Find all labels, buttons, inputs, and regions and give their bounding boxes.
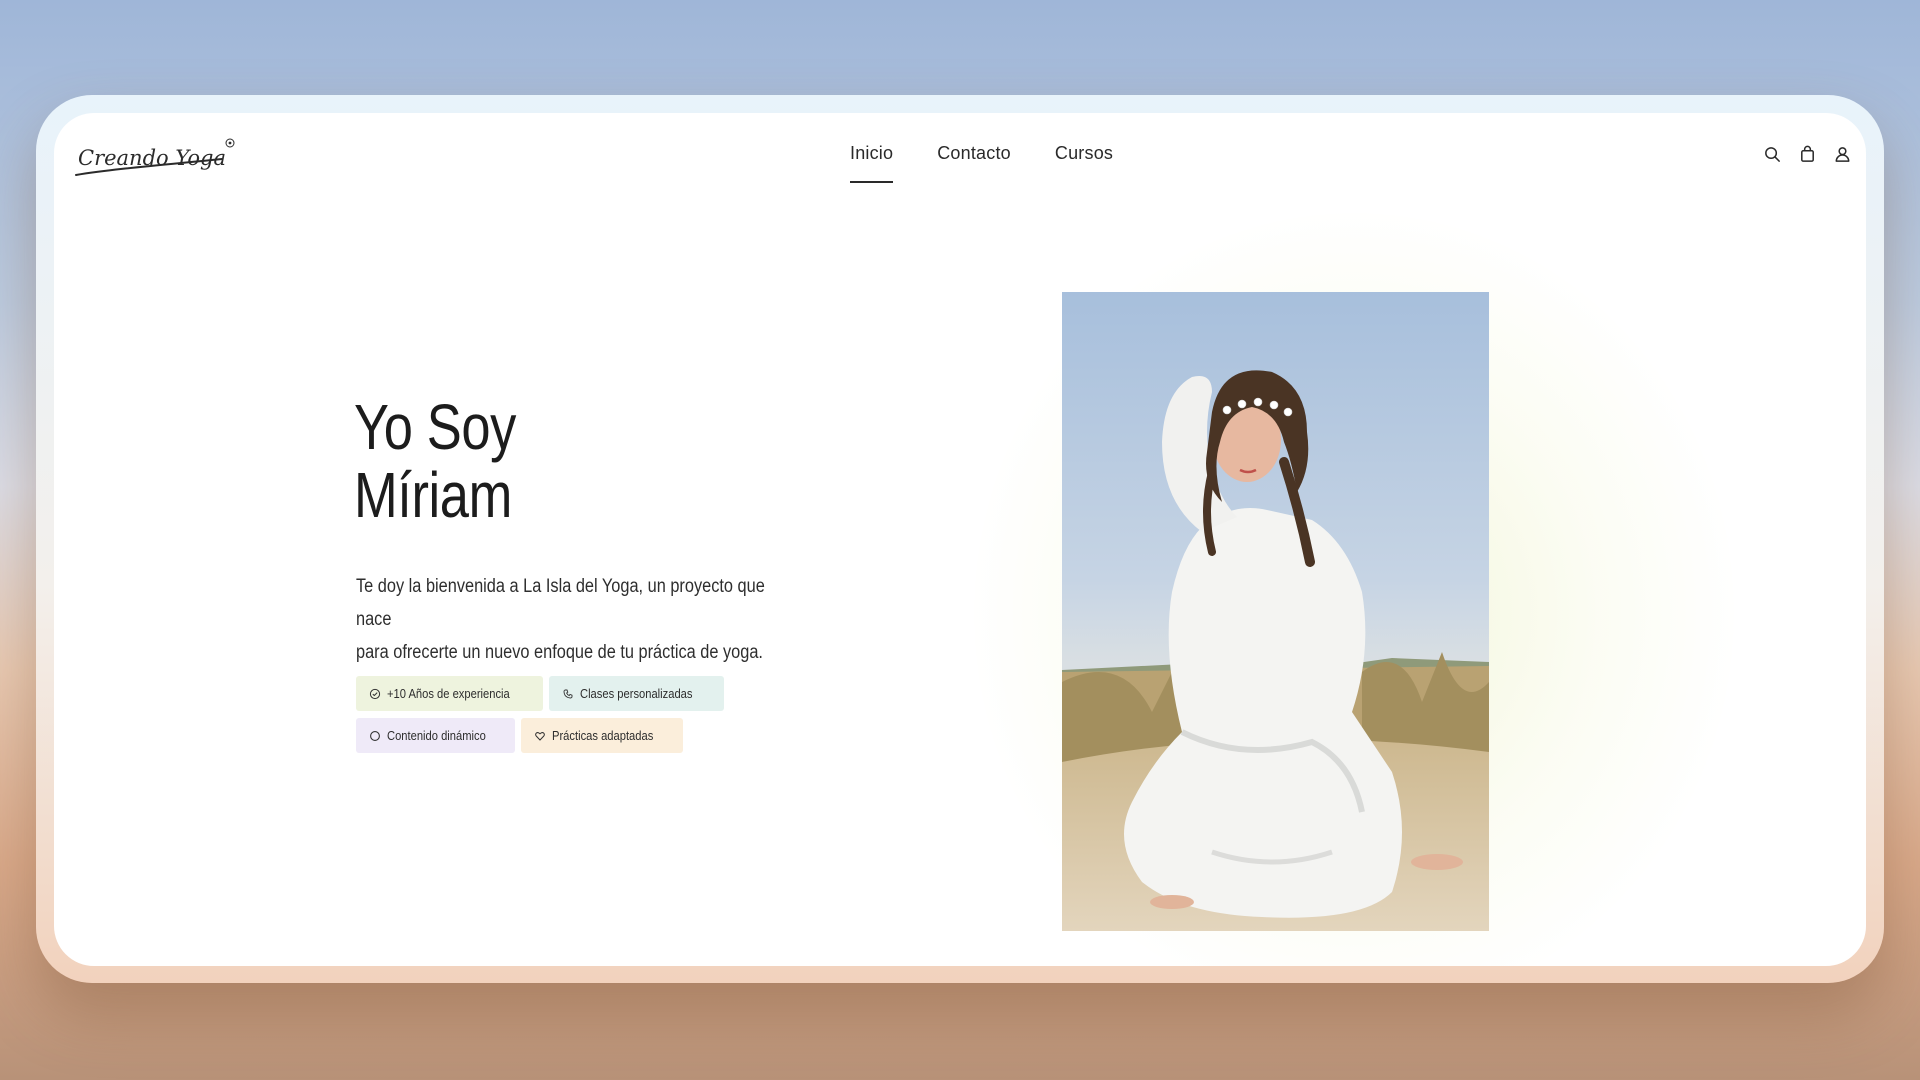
tag-label: Clases personalizadas [579, 686, 693, 701]
bag-icon[interactable] [1798, 145, 1817, 164]
header-actions [1763, 145, 1852, 164]
hero-intro: Te doy la bienvenida a La Isla del Yoga,… [356, 570, 803, 669]
search-icon[interactable] [1763, 145, 1782, 164]
tag-label: Prácticas adaptadas [551, 728, 654, 743]
tag-label: +10 Años de experiencia [387, 686, 510, 701]
nav-item-contacto[interactable]: Contacto [937, 143, 1011, 183]
tag-personalized: Clases personalizadas [548, 676, 724, 711]
feature-tags: +10 Años de experiencia Clases personali… [356, 676, 776, 760]
site-logo[interactable]: Creando Yoga [72, 125, 242, 185]
hero-intro-line1: Te doy la bienvenida a La Isla del Yoga,… [356, 576, 765, 630]
tag-dynamic: Contenido dinámico [356, 718, 515, 753]
tag-experience: +10 Años de experiencia [356, 676, 543, 711]
hero-intro-line2: para ofrecerte un nuevo enfoque de tu pr… [356, 642, 763, 663]
tag-adapted: Prácticas adaptadas [520, 718, 683, 753]
hero-photo [1062, 292, 1489, 931]
hero-title: Yo Soy Míriam [354, 393, 516, 529]
tag-label: Contenido dinámico [387, 728, 486, 743]
phone-icon [563, 689, 573, 698]
heart-icon [535, 731, 545, 741]
user-icon[interactable] [1833, 145, 1852, 164]
circle-icon [370, 730, 380, 741]
main-nav: Inicio Contacto Cursos [850, 143, 1113, 183]
hero-title-line2: Míriam [354, 459, 512, 531]
yoga-photo-illustration [1062, 370, 1489, 931]
nav-item-cursos[interactable]: Cursos [1055, 143, 1113, 183]
hero-title-line1: Yo Soy [354, 391, 516, 463]
nav-item-inicio[interactable]: Inicio [850, 143, 894, 183]
check-circle-icon [369, 688, 381, 699]
website-screen: Creando Yoga Inicio Contacto Cursos Yo S… [54, 113, 1866, 966]
